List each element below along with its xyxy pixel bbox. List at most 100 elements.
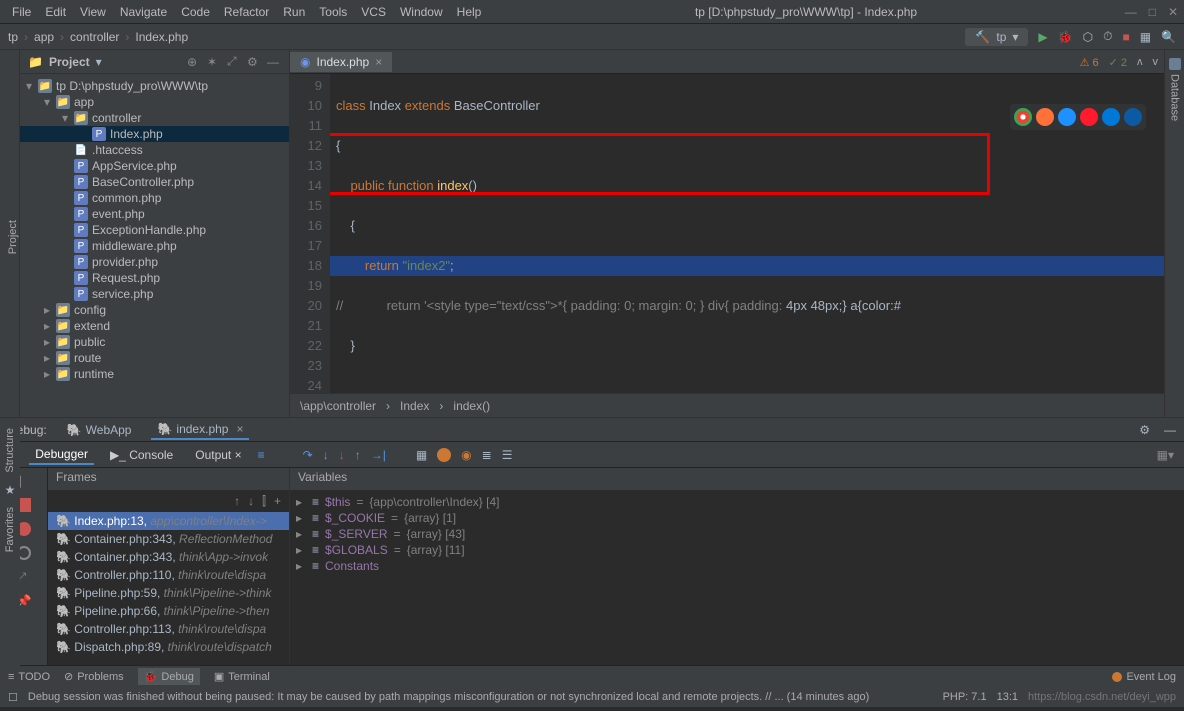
layout-icon[interactable]: ▦▾: [1157, 448, 1174, 462]
tree-node[interactable]: Pevent.php: [20, 206, 289, 222]
tree-node[interactable]: ▸📁route: [20, 350, 289, 366]
debug-icon[interactable]: 🐞: [1058, 30, 1073, 44]
opera-icon[interactable]: [1080, 108, 1098, 126]
tree-node[interactable]: Pservice.php: [20, 286, 289, 302]
frame-item[interactable]: 🐘 Controller.php:110, think\route\dispa: [48, 566, 289, 584]
debug-tab-webapp[interactable]: 🐘WebApp: [61, 421, 138, 439]
close-icon[interactable]: ✕: [1168, 5, 1178, 19]
database-icon[interactable]: [1169, 58, 1181, 70]
threads-icon[interactable]: ≡: [258, 448, 265, 462]
edge-icon[interactable]: [1124, 108, 1142, 126]
chevron-down-icon[interactable]: ▾: [96, 55, 102, 69]
tree-node[interactable]: ▸📁public: [20, 334, 289, 350]
tree-node[interactable]: ▸📁extend: [20, 318, 289, 334]
project-tool-button[interactable]: Project: [7, 216, 19, 258]
menu-file[interactable]: File: [6, 3, 37, 21]
variable-row[interactable]: ▸≡ $GLOBALS = {array} [11]: [296, 542, 1178, 558]
menu-window[interactable]: Window: [394, 3, 449, 21]
php-version[interactable]: PHP: 7.1: [943, 691, 987, 703]
prev-frame-icon[interactable]: ↑: [234, 494, 240, 508]
tree-node[interactable]: PBaseController.php: [20, 174, 289, 190]
breadcrumb-part[interactable]: Index.php: [135, 30, 188, 44]
search-icon[interactable]: 🔍: [1161, 30, 1176, 44]
run-to-cursor-icon[interactable]: →|: [371, 448, 386, 462]
frame-item[interactable]: 🐘 Container.php:343, ReflectionMethod: [48, 530, 289, 548]
breadcrumb-part[interactable]: app: [34, 30, 54, 44]
minimize-icon[interactable]: —: [1125, 5, 1137, 19]
variable-row[interactable]: ▸≡ Constants: [296, 558, 1178, 574]
coverage-icon[interactable]: ⬡: [1083, 30, 1093, 44]
breakpoint-list-icon[interactable]: [437, 448, 451, 462]
breadcrumb-part[interactable]: controller: [70, 30, 119, 44]
project-tree[interactable]: ▾📁tp D:\phpstudy_pro\WWW\tp▾📁app▾📁contro…: [20, 74, 289, 417]
frame-item[interactable]: 🐘 Pipeline.php:59, think\Pipeline->think: [48, 584, 289, 602]
debugger-tab[interactable]: Debugger: [29, 445, 94, 465]
add-icon[interactable]: +: [274, 494, 281, 508]
step-out-icon[interactable]: ↑: [355, 448, 361, 462]
close-icon[interactable]: ×: [236, 422, 243, 436]
step-into-icon[interactable]: ↓: [323, 448, 329, 462]
menu-navigate[interactable]: Navigate: [114, 3, 173, 21]
filter-icon[interactable]: ⫿: [262, 494, 266, 509]
chevron-up-icon[interactable]: ʌ: [1137, 56, 1143, 68]
evaluate-icon[interactable]: ▦: [416, 448, 427, 462]
code-area[interactable]: 9101112131415161718192021222324 class In…: [290, 74, 1164, 393]
collapse-icon[interactable]: ⤢: [227, 54, 241, 69]
menu-refactor[interactable]: Refactor: [218, 3, 275, 21]
close-icon[interactable]: ×: [235, 448, 242, 462]
hide-icon[interactable]: —: [1164, 423, 1176, 437]
menu-view[interactable]: View: [74, 3, 112, 21]
gear-icon[interactable]: ⚙: [1139, 423, 1150, 437]
force-step-into-icon[interactable]: ↓: [339, 448, 345, 462]
crumb-part[interactable]: Index: [400, 399, 429, 413]
tree-node[interactable]: Pcommon.php: [20, 190, 289, 206]
crumb-part[interactable]: \app\controller: [300, 399, 376, 413]
variable-row[interactable]: ▸≡ $this = {app\controller\Index} [4]: [296, 494, 1178, 510]
crumb-part[interactable]: index(): [453, 399, 490, 413]
tree-node[interactable]: PIndex.php: [20, 126, 289, 142]
todo-button[interactable]: ≡ TODO: [8, 671, 50, 683]
frame-item[interactable]: 🐘 Dispatch.php:89, think\route\dispatch: [48, 638, 289, 656]
variable-row[interactable]: ▸≡ $_SERVER = {array} [43]: [296, 526, 1178, 542]
ie-icon[interactable]: [1102, 108, 1120, 126]
tree-node[interactable]: 📄.htaccess: [20, 142, 289, 158]
menu-vcs[interactable]: VCS: [355, 3, 392, 21]
layout-icon[interactable]: ▦: [1140, 30, 1151, 44]
ok-badge[interactable]: ✓ 2: [1109, 56, 1127, 69]
next-frame-icon[interactable]: ↓: [248, 494, 254, 508]
frame-item[interactable]: 🐘 Pipeline.php:66, think\Pipeline->then: [48, 602, 289, 620]
stop-icon[interactable]: ■: [1122, 30, 1129, 44]
hide-icon[interactable]: —: [267, 55, 281, 69]
tree-node[interactable]: Pprovider.php: [20, 254, 289, 270]
frame-item[interactable]: 🐘 Controller.php:113, think\route\dispa: [48, 620, 289, 638]
menu-tools[interactable]: Tools: [313, 3, 353, 21]
tree-node[interactable]: Pmiddleware.php: [20, 238, 289, 254]
event-log-button[interactable]: Event Log: [1112, 671, 1176, 683]
menu-code[interactable]: Code: [175, 3, 216, 21]
tree-node[interactable]: PExceptionHandle.php: [20, 222, 289, 238]
settings-icon[interactable]: ☰: [502, 448, 513, 462]
console-tab[interactable]: ▶_ Console: [104, 446, 179, 464]
warnings-badge[interactable]: ⚠ 6: [1080, 56, 1099, 69]
tree-node[interactable]: ▸📁runtime: [20, 366, 289, 382]
chrome-icon[interactable]: [1014, 108, 1032, 126]
menu-edit[interactable]: Edit: [39, 3, 72, 21]
variable-row[interactable]: ▸≡ $_COOKIE = {array} [1]: [296, 510, 1178, 526]
gear-icon[interactable]: ⚙: [247, 55, 261, 69]
favorites-tool-button[interactable]: Favorites: [4, 507, 16, 552]
debug-tab-indexphp[interactable]: 🐘index.php×: [151, 420, 249, 440]
terminal-button[interactable]: ▣ Terminal: [214, 670, 270, 683]
step-over-icon[interactable]: ↷: [303, 448, 313, 462]
frame-item[interactable]: 🐘 Container.php:343, think\App->invok: [48, 548, 289, 566]
frame-item[interactable]: 🐘 Index.php:13, app\controller\Index->: [48, 512, 289, 530]
firefox-icon[interactable]: [1036, 108, 1054, 126]
tree-node[interactable]: ▾📁controller: [20, 110, 289, 126]
tree-node[interactable]: PAppService.php: [20, 158, 289, 174]
structure-tool-button[interactable]: Structure: [4, 428, 16, 473]
database-tool-button[interactable]: Database: [1169, 74, 1181, 121]
run-config-selector[interactable]: 🔨 tp ▾: [965, 28, 1028, 46]
expand-icon[interactable]: ✶: [207, 55, 221, 69]
code-content[interactable]: class Index extends BaseController { pub…: [330, 74, 1164, 393]
view-breakpoints-icon[interactable]: ≣: [482, 448, 492, 462]
menu-run[interactable]: Run: [277, 3, 311, 21]
